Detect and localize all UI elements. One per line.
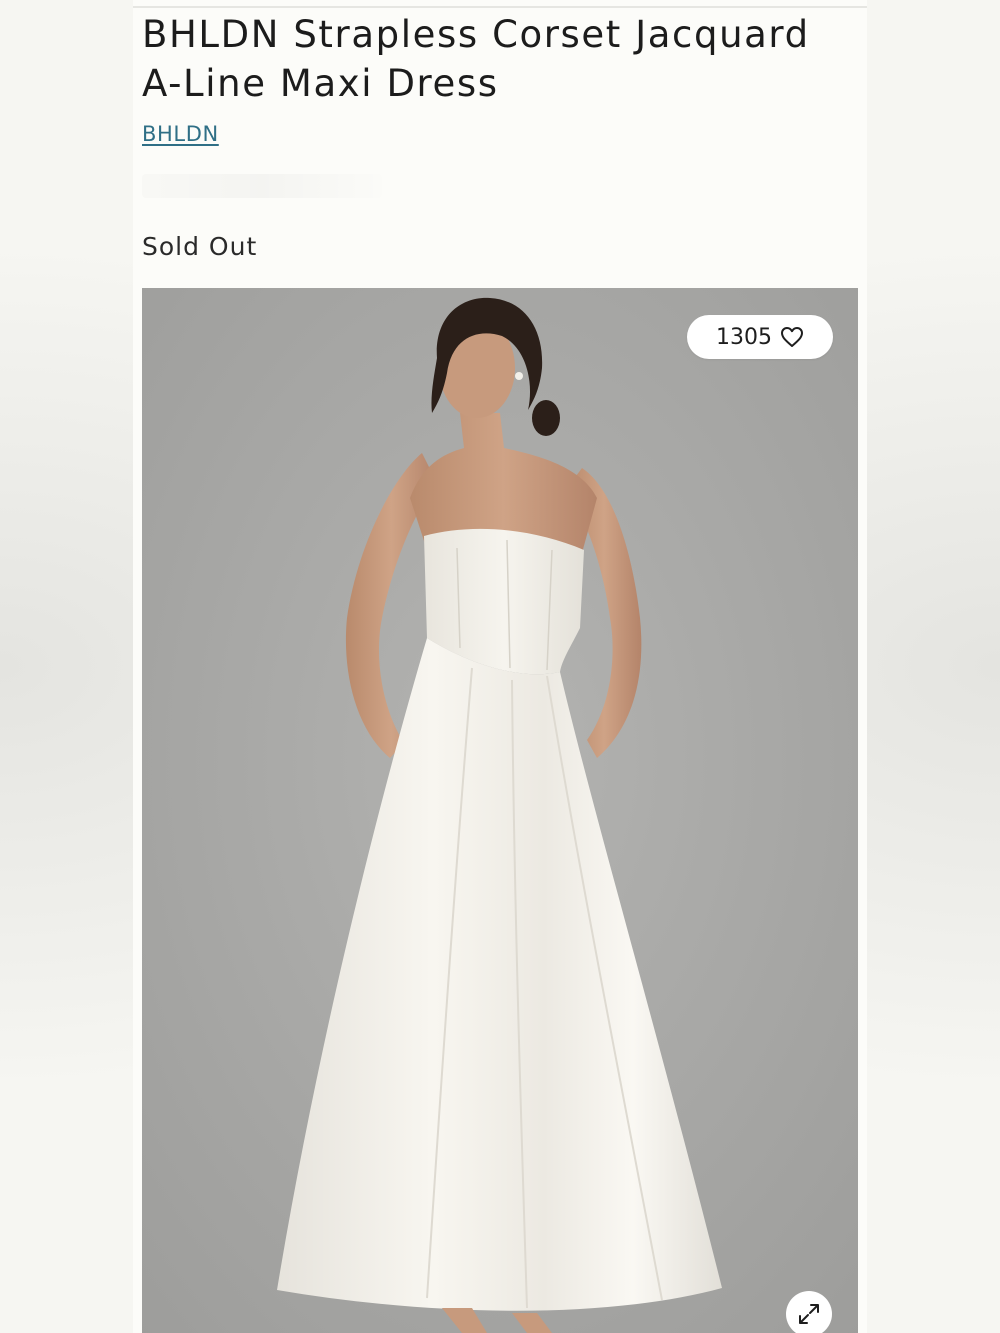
like-count: 1305 [716, 324, 772, 350]
product-page: BHLDN Strapless Corset Jacquard A-Line M… [133, 0, 867, 1333]
product-image[interactable]: 1305 [142, 288, 858, 1333]
divider [133, 6, 867, 8]
price-placeholder [142, 174, 382, 198]
expand-arrows-icon [799, 1304, 819, 1324]
brand-link[interactable]: BHLDN [142, 122, 219, 146]
like-button[interactable]: 1305 [687, 315, 833, 359]
expand-image-button[interactable] [786, 1291, 832, 1333]
dress-photo [142, 288, 858, 1333]
heart-outline-icon [781, 327, 803, 347]
stock-status: Sold Out [142, 232, 258, 261]
product-title: BHLDN Strapless Corset Jacquard A-Line M… [142, 13, 810, 105]
